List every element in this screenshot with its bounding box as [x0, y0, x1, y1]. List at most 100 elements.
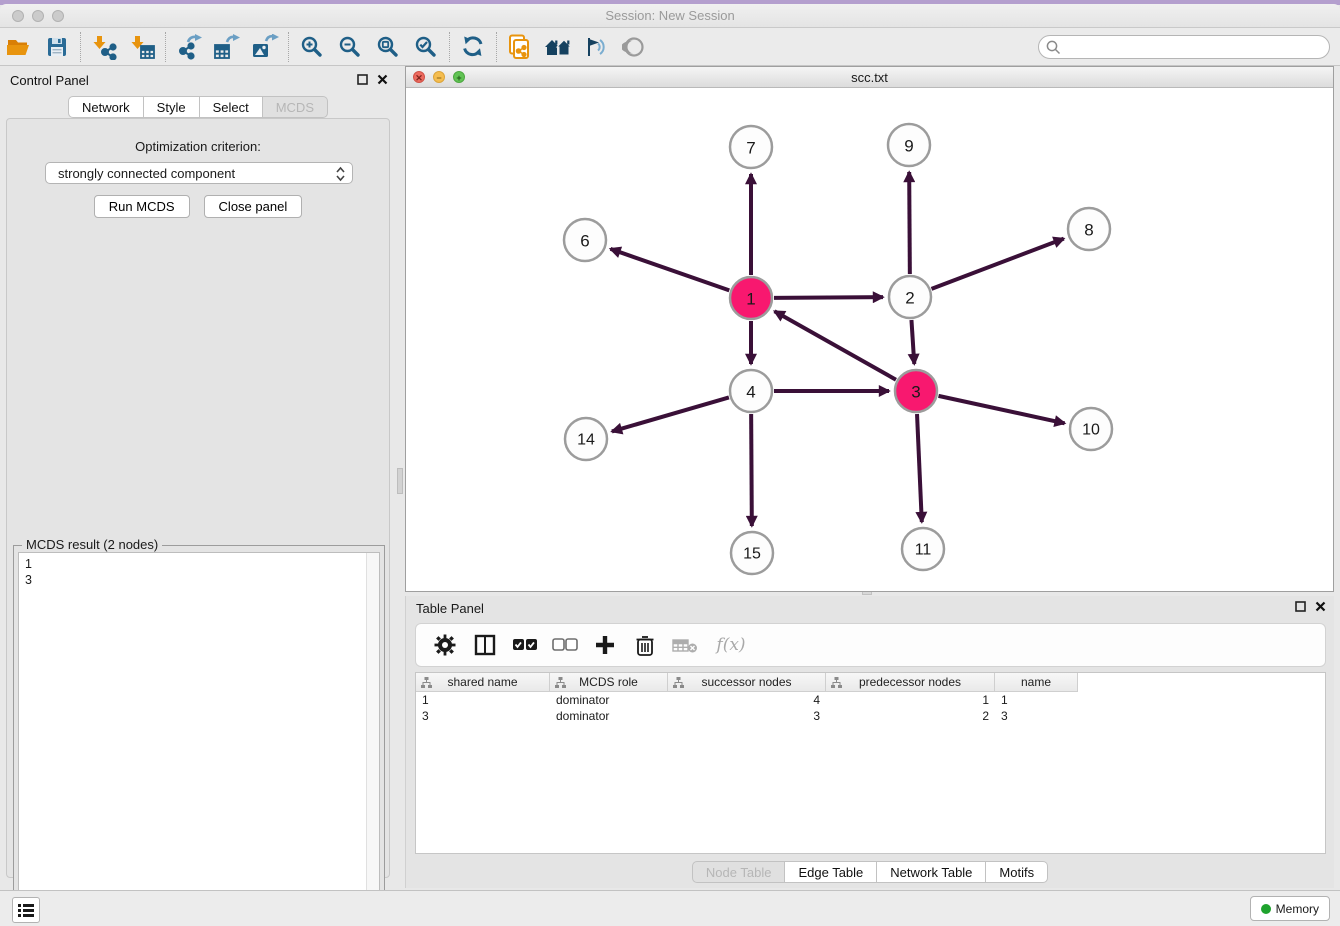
graph-node-label-14: 14 — [577, 432, 595, 449]
graph-edge-2-8[interactable] — [932, 239, 1064, 289]
zoom-out-icon — [338, 35, 362, 59]
cyndex-browse-button[interactable] — [539, 30, 577, 64]
control-panel: Control Panel NetworkStyleSelectMCDS Opt… — [0, 68, 396, 890]
table-panel-tabs: Node TableEdge TableNetwork TableMotifs — [692, 861, 1048, 883]
column-type-icon — [673, 677, 684, 688]
close-panel-icon[interactable] — [1315, 601, 1326, 612]
zoom-fit-button[interactable] — [369, 30, 407, 64]
combobox-stepper-icon — [335, 166, 346, 182]
splitter-handle[interactable] — [397, 468, 403, 494]
column-header-name[interactable]: name — [995, 673, 1078, 692]
select-all-columns-button[interactable] — [512, 630, 538, 660]
control-panel-header: Control Panel — [0, 68, 396, 94]
refresh-view-button[interactable] — [454, 30, 492, 64]
cell-shared-name[interactable]: 3 — [416, 708, 550, 724]
zoom-in-icon — [300, 35, 324, 59]
tab-style[interactable]: Style — [144, 96, 200, 118]
column-layout-button[interactable] — [472, 630, 498, 660]
column-header-MCDS-role[interactable]: MCDS role — [550, 673, 668, 692]
graph-node-label-8: 8 — [1084, 221, 1093, 240]
column-header-predecessor-nodes[interactable]: predecessor nodes — [826, 673, 995, 692]
zoom-in-button[interactable] — [293, 30, 331, 64]
graph-edge-3-11[interactable] — [917, 414, 922, 522]
export-network-button[interactable] — [170, 30, 208, 64]
tab-mcds[interactable]: MCDS — [263, 96, 328, 118]
deselect-all-columns-button[interactable] — [552, 630, 578, 660]
memory-button[interactable]: Memory — [1250, 896, 1330, 921]
float-panel-icon[interactable] — [1295, 601, 1306, 612]
zoom-selected-button[interactable] — [407, 30, 445, 64]
graph-edge-3-1[interactable] — [775, 311, 896, 379]
search-field-container — [1038, 35, 1330, 59]
vertical-splitter[interactable] — [396, 68, 405, 890]
export-table-button[interactable] — [208, 30, 246, 64]
tab-network[interactable]: Network — [68, 96, 144, 118]
network-graph[interactable]: 1234678910111415 — [406, 89, 1333, 591]
run-mcds-button[interactable]: Run MCDS — [94, 195, 190, 218]
cell-shared-name[interactable]: 1 — [416, 692, 550, 708]
tab-node-table[interactable]: Node Table — [692, 861, 786, 883]
graph-edge-4-14[interactable] — [612, 397, 729, 431]
network-canvas[interactable]: 1234678910111415 — [406, 89, 1333, 591]
window-title: Session: New Session — [0, 8, 1340, 23]
import-table-button[interactable] — [123, 30, 161, 64]
graph-edge-4-15[interactable] — [751, 414, 752, 526]
tab-edge-table[interactable]: Edge Table — [785, 861, 877, 883]
table-body: 1dominator4113dominator323 — [416, 692, 1325, 724]
export-image-icon — [251, 34, 279, 60]
graph-edge-2-3[interactable] — [911, 320, 914, 364]
window-titlebar[interactable]: Session: New Session — [0, 4, 1340, 28]
hide-selected-button[interactable] — [615, 30, 653, 64]
export-image-button[interactable] — [246, 30, 284, 64]
close-panel-button[interactable]: Close panel — [204, 195, 303, 218]
graph-edge-1-6[interactable] — [610, 249, 729, 291]
mcds-result-area[interactable]: 1 3 — [18, 552, 380, 922]
cell-MCDS-role[interactable]: dominator — [550, 708, 668, 724]
table-row[interactable]: 3dominator323 — [416, 708, 1325, 724]
column-header-shared-name[interactable]: shared name — [416, 673, 550, 692]
delete-column-button[interactable] — [632, 630, 658, 660]
table-settings-button[interactable] — [432, 630, 458, 660]
cell-MCDS-role[interactable]: dominator — [550, 692, 668, 708]
column-header-successor-nodes[interactable]: successor nodes — [668, 673, 826, 692]
tab-motifs[interactable]: Motifs — [986, 861, 1048, 883]
zoom-out-button[interactable] — [331, 30, 369, 64]
main-toolbar — [0, 28, 1340, 66]
import-network-button[interactable] — [85, 30, 123, 64]
float-panel-icon[interactable] — [357, 74, 368, 85]
clone-network-icon — [507, 34, 533, 60]
graph-edge-3-10[interactable] — [938, 396, 1064, 423]
network-frame-titlebar[interactable]: ✕ − + scc.txt — [406, 67, 1333, 88]
table-header-row: shared nameMCDS rolesuccessor nodesprede… — [416, 673, 1325, 692]
delete-table-button[interactable] — [672, 630, 698, 660]
search-input[interactable] — [1065, 37, 1320, 57]
cell-name[interactable]: 3 — [995, 708, 1078, 724]
clone-network-button[interactable] — [501, 30, 539, 64]
annotation-button[interactable] — [577, 30, 615, 64]
tab-network-table[interactable]: Network Table — [877, 861, 986, 883]
table-row[interactable]: 1dominator411 — [416, 692, 1325, 708]
cell-successor-nodes[interactable]: 3 — [668, 708, 826, 724]
function-builder-button[interactable]: f(x) — [712, 630, 750, 660]
cell-name[interactable]: 1 — [995, 692, 1078, 708]
add-column-button[interactable] — [592, 630, 618, 660]
graph-node-label-11: 11 — [915, 542, 932, 559]
save-session-button[interactable] — [38, 30, 76, 64]
task-history-button[interactable] — [12, 897, 40, 923]
cell-successor-nodes[interactable]: 4 — [668, 692, 826, 708]
mcds-result-group: MCDS result (2 nodes) 1 3 — [13, 545, 385, 926]
label-paint-icon — [584, 36, 608, 58]
open-session-button[interactable] — [0, 30, 38, 64]
result-scrollbar[interactable] — [366, 553, 379, 921]
optimization-criterion-select[interactable]: strongly connected component — [45, 162, 353, 184]
tab-select[interactable]: Select — [200, 96, 263, 118]
graph-edge-1-2[interactable] — [774, 297, 883, 298]
list-icon — [18, 903, 34, 917]
export-network-icon — [175, 34, 203, 60]
graph-edge-2-9[interactable] — [909, 172, 910, 274]
close-panel-icon[interactable] — [377, 74, 388, 85]
cell-predecessor-nodes[interactable]: 2 — [826, 708, 995, 724]
optimization-criterion-label: Optimization criterion: — [7, 139, 389, 154]
fx-icon: f(x) — [716, 635, 745, 655]
cell-predecessor-nodes[interactable]: 1 — [826, 692, 995, 708]
